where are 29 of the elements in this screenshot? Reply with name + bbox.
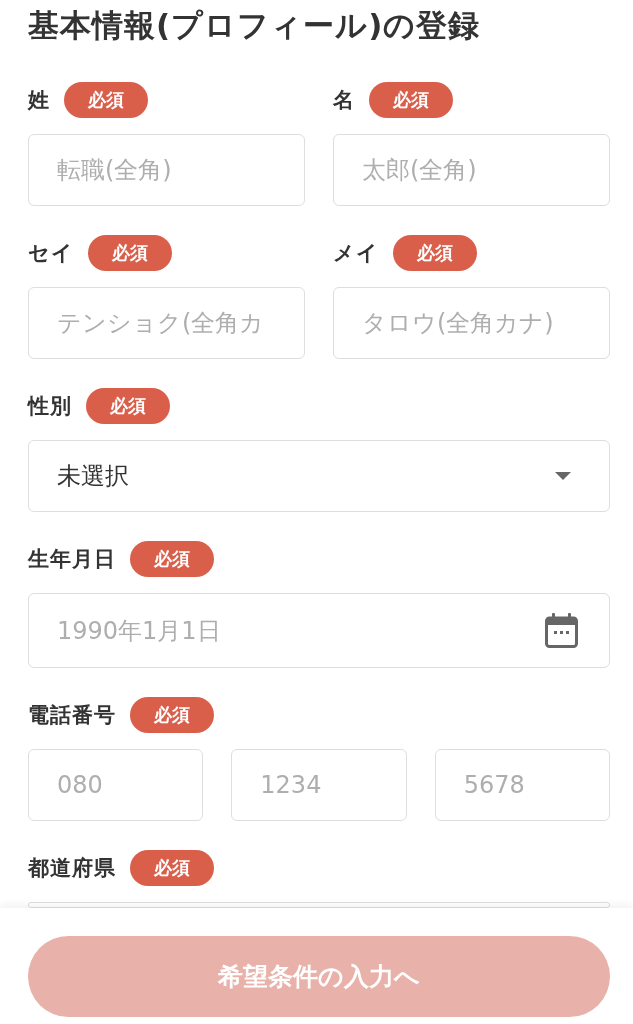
date-field[interactable]: 1990年1月1日 [28, 593, 610, 668]
field-label: 名 [333, 87, 355, 114]
required-badge: 必須 [86, 388, 170, 424]
text-field[interactable]: 1234 [231, 749, 407, 821]
field-label: 性別 [28, 393, 72, 420]
field-label: セイ [28, 240, 74, 267]
required-badge: 必須 [369, 82, 453, 118]
text-field[interactable]: 太郎(全角) [333, 134, 610, 206]
caret-icon [555, 472, 571, 480]
text-field[interactable]: 080 [28, 749, 204, 821]
field-label: 都道府県 [28, 855, 116, 882]
field-label: メイ [333, 240, 379, 267]
page-title: 基本情報(プロフィール)の登録 [28, 7, 481, 43]
field-label: 電話番号 [28, 702, 116, 729]
required-badge: 必須 [130, 541, 214, 577]
calendar-icon[interactable] [545, 613, 578, 648]
field-label: 姓 [28, 87, 50, 114]
text-field[interactable]: タロウ(全角カナ) [333, 287, 610, 359]
field-label: 生年月日 [28, 546, 116, 573]
required-badge: 必須 [130, 850, 214, 886]
required-badge: 必須 [393, 235, 477, 271]
required-badge: 必須 [130, 697, 214, 733]
select-field[interactable]: 未選択 [28, 440, 610, 512]
required-badge: 必須 [88, 235, 172, 271]
required-badge: 必須 [64, 82, 148, 118]
text-field[interactable]: 5678 [434, 749, 610, 821]
text-field[interactable]: テンショク(全角カ [28, 287, 305, 359]
select-field[interactable] [28, 902, 610, 908]
text-field[interactable]: 転職(全角) [28, 134, 305, 206]
